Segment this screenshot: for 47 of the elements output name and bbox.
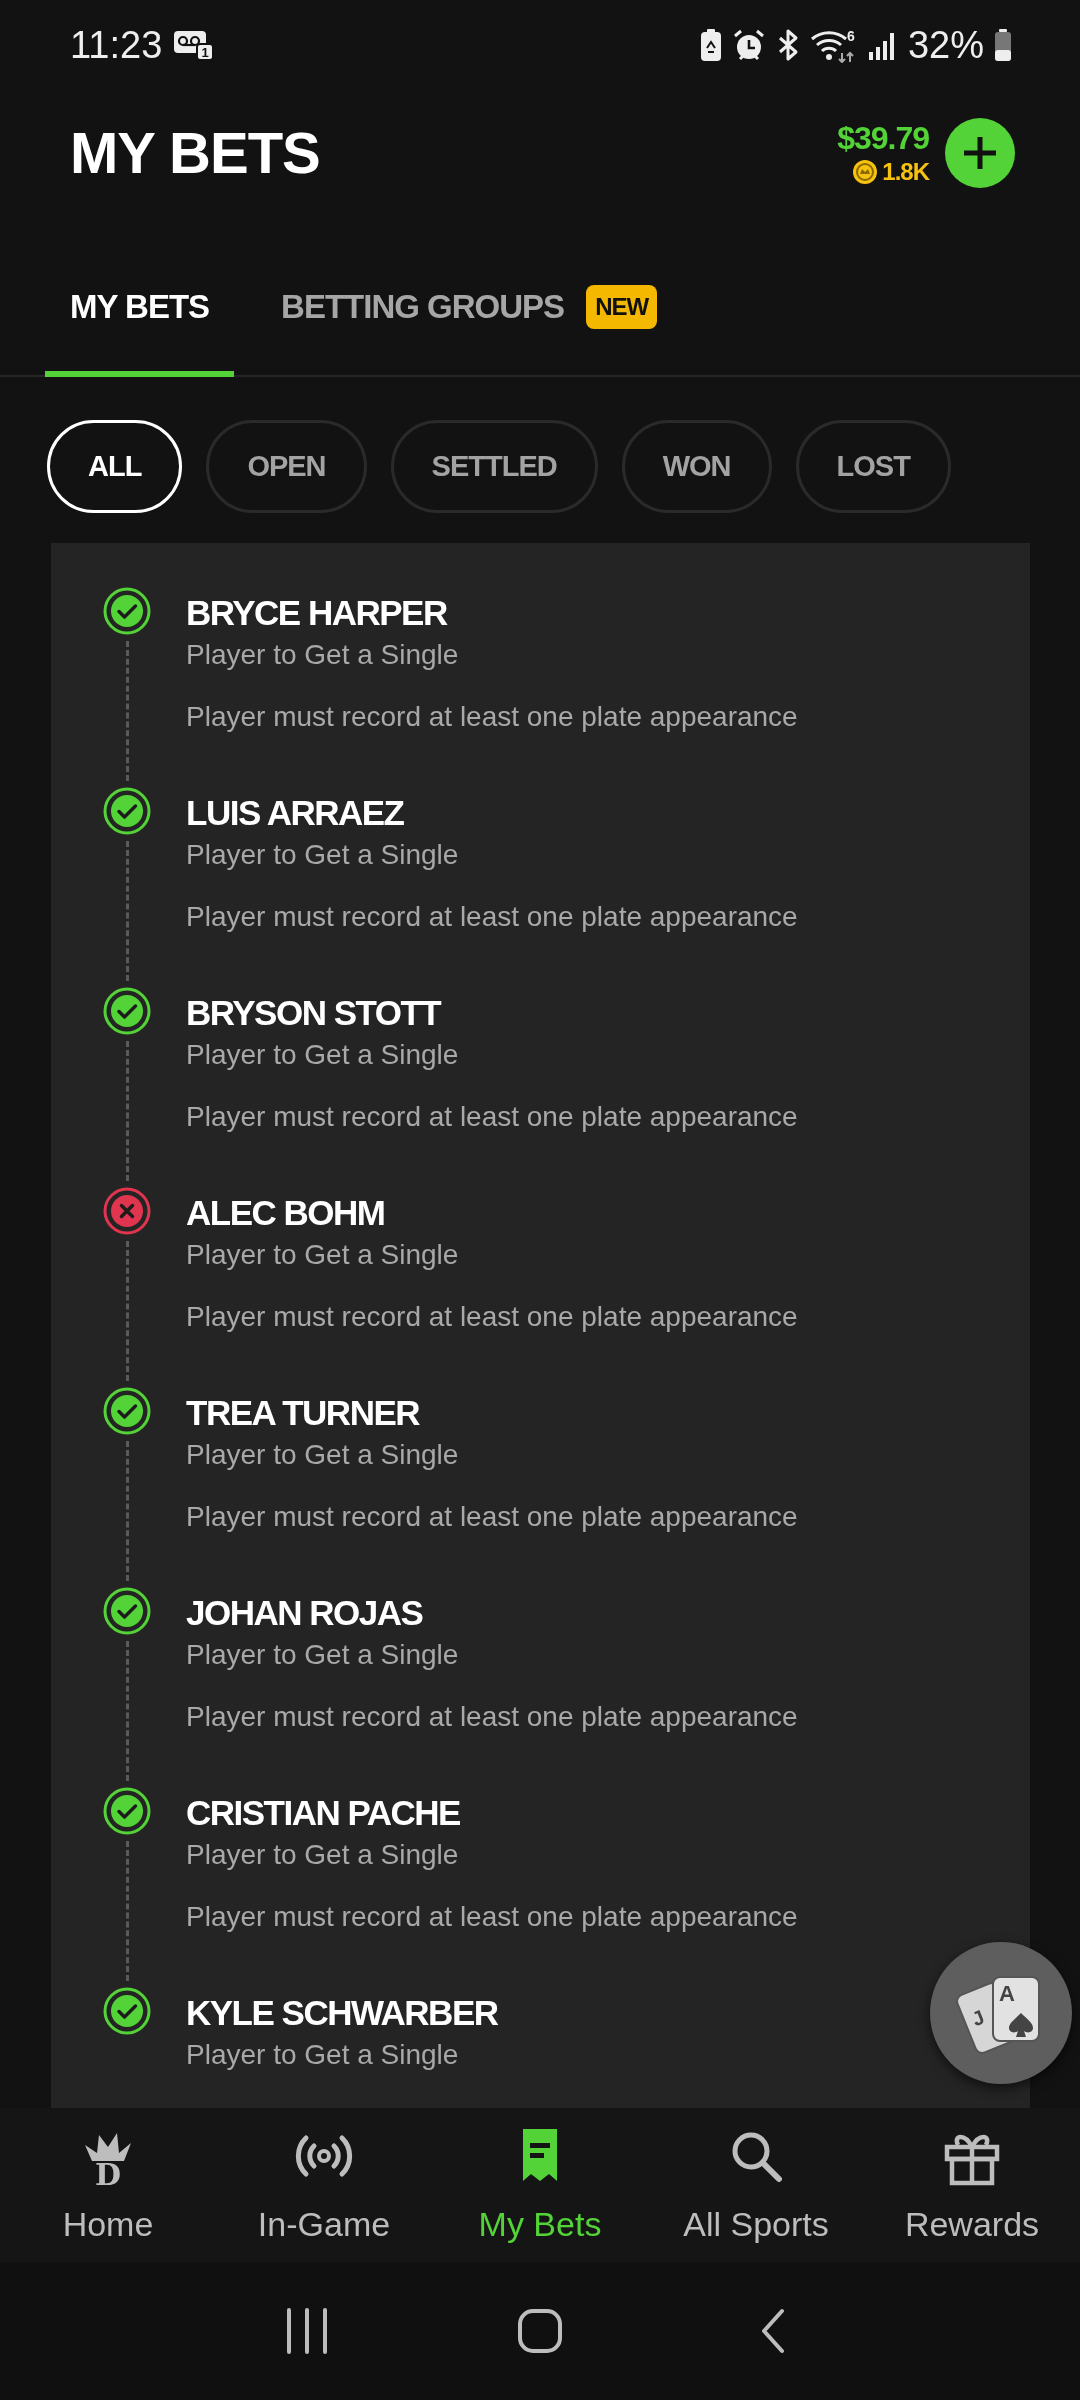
player-name: ALEC BOHM [186,1192,386,1234]
bet-market: Player to Get a Single [186,638,460,672]
bet-rule-note: Player must record at least one plate appearance [186,1100,798,1134]
bet-rule-note: Player must record at least one plate appearance [186,1500,798,1534]
nav-tab[interactable]: Rewards [864,2108,1080,2262]
player-name: LUIS ARRAEZ [186,792,405,834]
nav-tab[interactable]: My Bets [432,2108,648,2262]
battery-percentage: 32% [907,23,984,67]
tab[interactable]: MY BETS [45,284,235,377]
bet-rule-note: Player must record at least one plate appearance [186,900,798,934]
player-name: KYLE SCHWARBER [186,1992,498,2034]
player-name: CRISTIAN PACHE [186,1792,461,1834]
bet-market: Player to Get a Single [186,1238,460,1272]
nav-tab[interactable]: In-Game [216,2108,432,2262]
coin-icon [852,158,879,185]
tab[interactable]: BETTING GROUPS NEW [256,284,683,377]
coin-balance: 1.8K [882,156,929,187]
player-name: TREA TURNER [186,1392,421,1434]
bet-rule-note: Player must record at least one plate appearance [186,1300,798,1334]
alarm-icon [731,28,766,62]
bet-rule-note: Player must record at least one plate appearance [186,700,798,734]
nav-tab[interactable]: All Sports [648,2108,864,2262]
filter-chip[interactable]: ALL [47,420,183,513]
status-time: 11:23 [70,23,163,67]
page-title: MY BETS [70,120,321,185]
battery-icon [994,28,1012,62]
bet-market: Player to Get a Single [186,1438,460,1472]
new-badge: NEW [586,284,658,329]
home-square-icon [516,2307,564,2355]
player-name: BRYCE HARPER [186,592,449,634]
plus-icon [962,134,998,171]
account-balance: $39.79 [837,118,929,157]
bet-market: Player to Get a Single [186,1638,460,1672]
nav-tab[interactable]: D Home [0,2108,216,2262]
battery-saver-icon [699,28,722,62]
bet-market: Player to Get a Single [186,1838,460,1872]
filter-chip[interactable]: LOST [795,420,951,513]
bet-market: Player to Get a Single [186,838,460,872]
player-name: BRYSON STOTT [186,992,442,1034]
bet-market: Player to Get a Single [186,1038,460,1072]
bet-rule-note: Player must record at least one plate appearance [186,1700,798,1734]
bet-rule-note: Player must record at least one plate appearance [186,1900,798,1934]
filter-chip[interactable]: OPEN [206,420,367,513]
filter-chip[interactable]: SETTLED [390,420,598,513]
bet-market: Player to Get a Single [186,2038,460,2072]
filter-chip[interactable]: WON [621,420,772,513]
player-name: JOHAN ROJAS [186,1592,424,1634]
